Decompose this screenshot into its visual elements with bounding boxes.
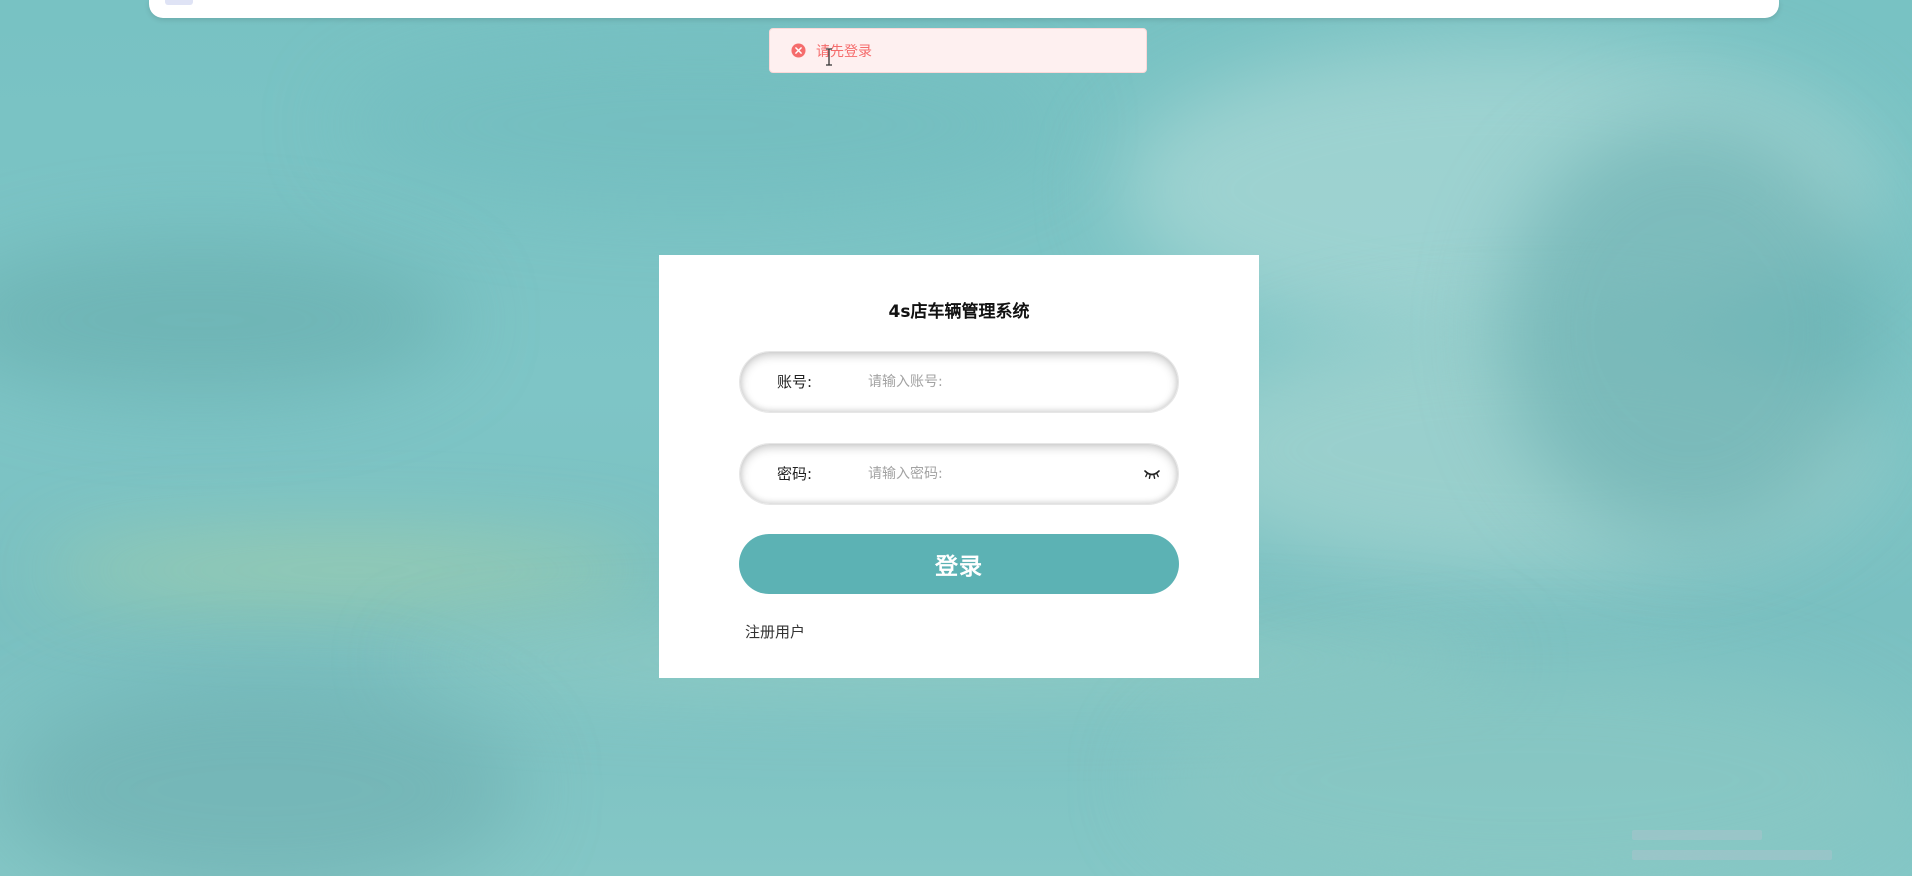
- password-input[interactable]: [868, 459, 1128, 489]
- account-input[interactable]: [868, 367, 1128, 397]
- password-label: 密码:: [777, 465, 813, 483]
- login-card: 4s店车辆管理系统 账号: 密码: 登录 注册用户: [659, 255, 1259, 678]
- watermark: [1632, 830, 1872, 860]
- top-bar: [149, 0, 1779, 18]
- error-circle-icon: [791, 43, 806, 58]
- top-bar-tab: [165, 0, 193, 5]
- page-title: 4s店车辆管理系统: [888, 302, 1030, 322]
- eye-closed-icon[interactable]: [1144, 468, 1160, 480]
- password-field: 密码:: [739, 443, 1179, 505]
- account-label: 账号:: [777, 373, 813, 391]
- register-link[interactable]: 注册用户: [745, 621, 805, 642]
- login-button[interactable]: 登录: [739, 534, 1179, 594]
- account-field: 账号:: [739, 351, 1179, 413]
- text-cursor-icon: [824, 48, 834, 66]
